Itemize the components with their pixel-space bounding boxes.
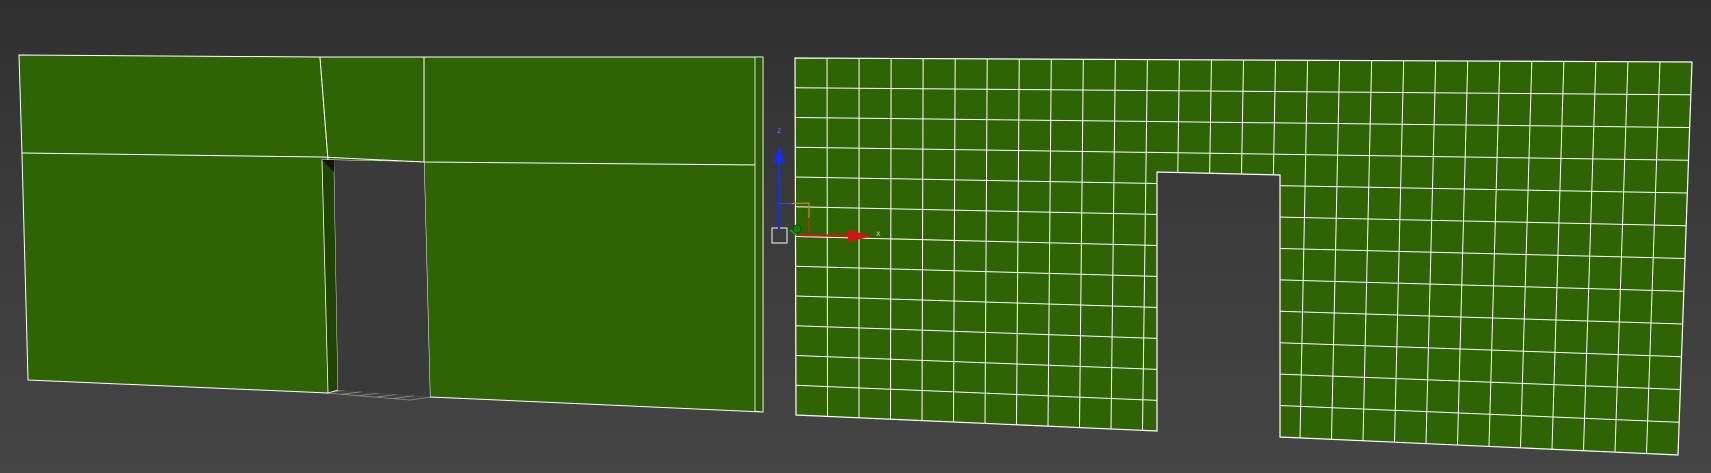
doorway-opening (334, 160, 430, 397)
pivot-box-icon[interactable] (771, 227, 788, 244)
left-wall-lintel[interactable] (319, 56, 425, 163)
wall-with-doorway-low-poly[interactable] (18, 54, 764, 413)
left-wall-end-face (754, 56, 764, 413)
perspective-viewport[interactable]: z x (0, 0, 1711, 473)
gizmo-z-arrow[interactable] (773, 146, 785, 163)
gizmo-x-axis[interactable] (796, 234, 856, 237)
gizmo-center[interactable] (792, 224, 802, 234)
left-wall-right-panel[interactable] (423, 56, 764, 413)
left-wall-left-panel[interactable] (18, 54, 329, 394)
gizmo-z-label: z (777, 126, 781, 135)
wall-with-doorway-subdivided[interactable] (794, 57, 1693, 456)
gizmo-x-label: x (876, 229, 881, 238)
